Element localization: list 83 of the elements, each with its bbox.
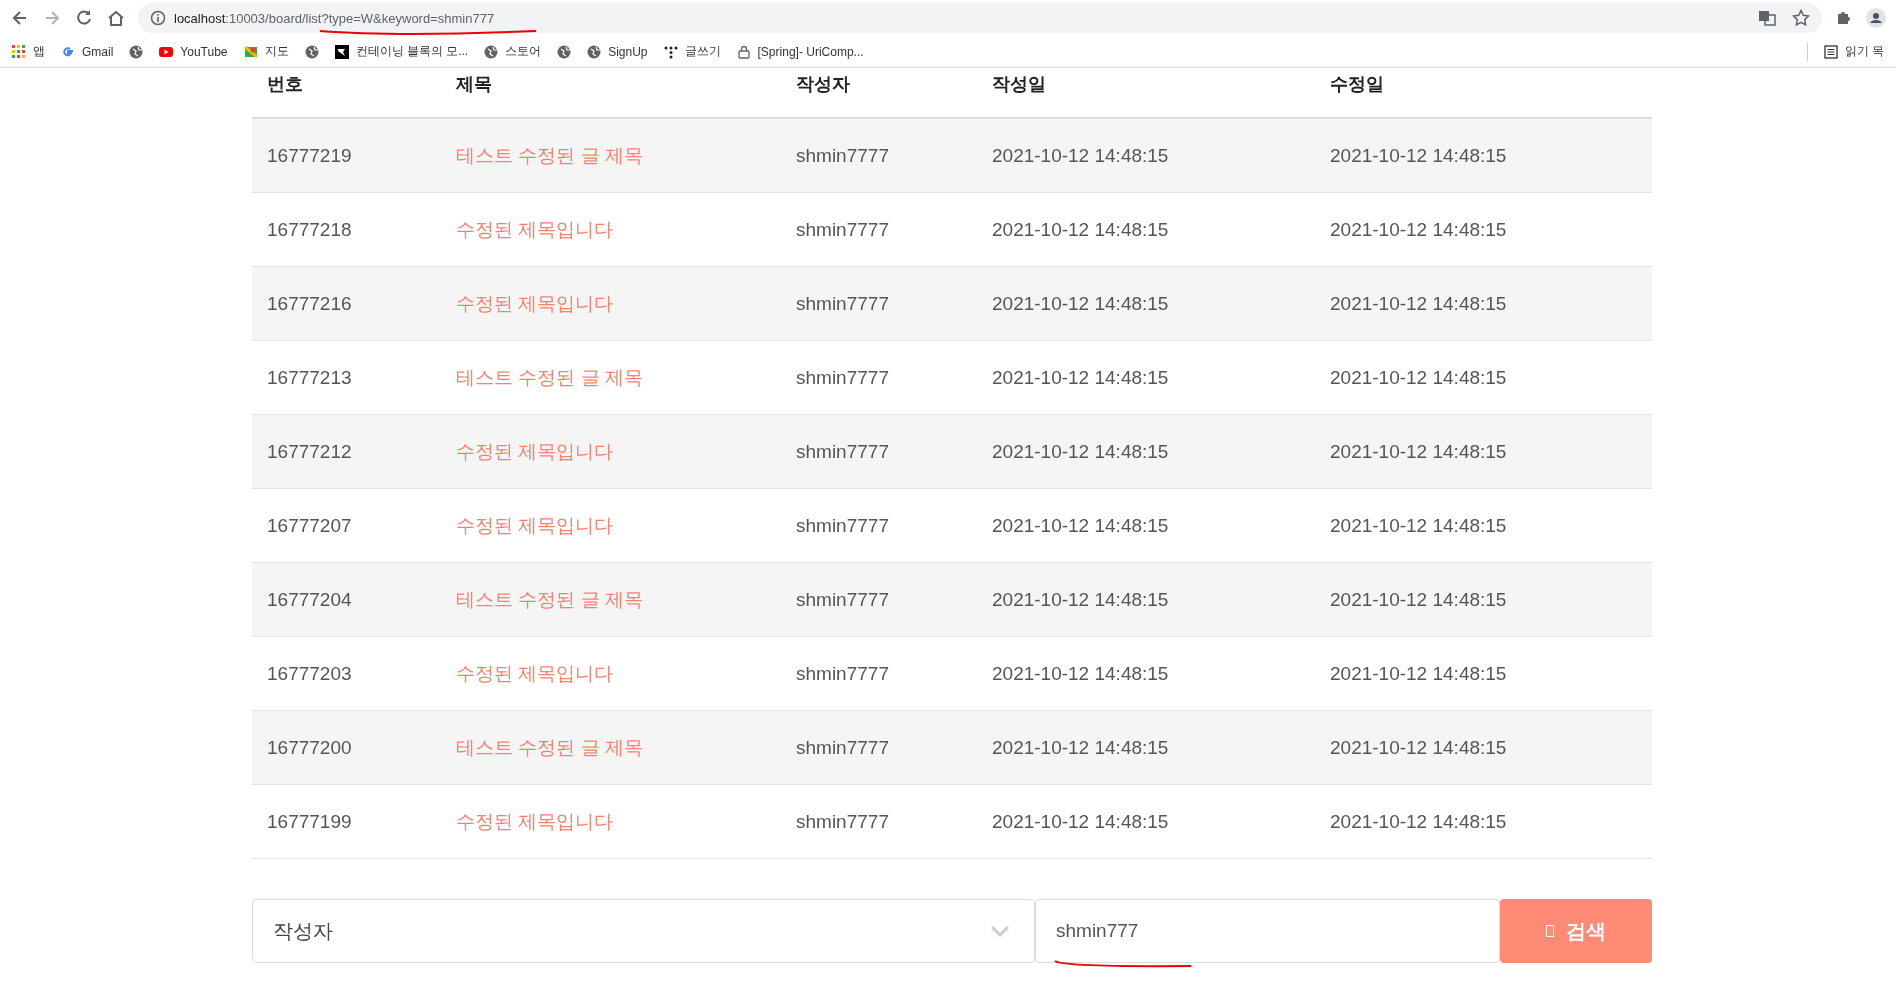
reading-list-button[interactable]: 읽기 목: [1823, 43, 1884, 60]
google-g-icon: [61, 44, 75, 59]
column-header: 제목: [456, 73, 493, 96]
site-logo-icon: [334, 44, 349, 59]
table-cell-text: shmin7777: [796, 810, 890, 833]
list-icon: [1823, 44, 1838, 59]
url-text: localhost:10003/board/list?type=W&keyword=shmin777: [174, 10, 495, 26]
table-cell-text: 16777219: [266, 144, 353, 167]
table-cell-text: 2021-10-12 14:48:15: [992, 662, 1170, 685]
table-cell-text: shmin7777: [796, 588, 890, 611]
table-cell-text: 2021-10-12 14:48:15: [992, 144, 1170, 167]
missing-glyph-icon: [1546, 925, 1554, 937]
table-cell-text: 16777199: [266, 810, 353, 833]
table-cell-text: shmin7777: [796, 144, 890, 167]
table-cell-text: 2021-10-12 14:48:15: [992, 810, 1170, 833]
table-cell-text: 2021-10-12 14:48:15: [1330, 292, 1508, 315]
table-cell-text: 2021-10-12 14:48:15: [992, 292, 1170, 315]
table-cell-text: 2021-10-12 14:48:15: [992, 588, 1170, 611]
table-cell-text: shmin7777: [796, 292, 890, 315]
table-cell-text: 2021-10-12 14:48:15: [1330, 736, 1508, 759]
column-header: 수정일: [1330, 73, 1385, 96]
table-cell-text: 2021-10-12 14:48:15: [992, 514, 1170, 537]
globe-icon: [304, 44, 319, 59]
table-cell-text: 16777203: [266, 662, 353, 685]
map-icon: [243, 44, 258, 59]
dots-icon: [663, 44, 678, 59]
table-cell-text: 2021-10-12 14:48:15: [992, 440, 1170, 463]
bookmark-item[interactable]: [557, 44, 572, 59]
table-cell-text: shmin7777: [796, 514, 890, 537]
column-header: 작성자: [796, 73, 851, 96]
chevron-down-icon: [990, 925, 1010, 937]
globe-icon: [484, 44, 499, 59]
bookmark-item[interactable]: [304, 44, 319, 59]
bookmark-item[interactable]: [129, 44, 144, 59]
table-cell-text: 16777204: [266, 588, 353, 611]
bookmark-item[interactable]: [Spring]- UriComp...: [736, 44, 864, 59]
play-icon: [159, 44, 174, 59]
padlock-icon: [736, 44, 751, 59]
bookmark-item[interactable]: Gmail: [61, 44, 114, 59]
search-type-select[interactable]: 작성자: [252, 899, 1035, 963]
star-icon[interactable]: [1792, 9, 1810, 27]
table-cell-text: 2021-10-12 14:48:15: [1330, 514, 1508, 537]
address-bar[interactable]: localhost:10003/board/list?type=W&keyword=shmin777: [138, 3, 1822, 33]
globe-icon: [129, 44, 144, 59]
column-header: 번호: [266, 73, 304, 96]
table-cell-text: 16777212: [266, 440, 353, 463]
table-cell-text: shmin7777: [796, 440, 890, 463]
table-cell-text: 16777213: [266, 366, 353, 389]
bookmark-item[interactable]: SignUp: [587, 44, 648, 59]
table-cell-text: shmin7777: [796, 366, 890, 389]
table-cell-text: 16777216: [266, 292, 353, 315]
table-cell-text: 2021-10-12 14:48:15: [1330, 144, 1508, 167]
table-cell-text: 2021-10-12 14:48:15: [1330, 588, 1508, 611]
table-cell-text: 2021-10-12 14:48:15: [1330, 440, 1508, 463]
table-cell-text: 2021-10-12 14:48:15: [1330, 218, 1508, 241]
bookmark-item[interactable]: 앱: [12, 43, 45, 60]
table-cell-text: 2021-10-12 14:48:15: [1330, 366, 1508, 389]
globe-icon: [587, 44, 602, 59]
info-icon[interactable]: [150, 10, 166, 26]
profile-avatar-icon[interactable]: [1866, 8, 1886, 28]
keyword-input[interactable]: shmin777: [1035, 899, 1500, 963]
apps-grid-icon: [12, 44, 26, 59]
bookmark-item[interactable]: 지도: [243, 43, 289, 60]
reload-icon[interactable]: [74, 8, 94, 28]
column-header: 작성일: [992, 73, 1047, 96]
table-cell-text: 2021-10-12 14:48:15: [1330, 810, 1508, 833]
table-cell-text: 16777200: [266, 736, 353, 759]
table-cell-text: 16777207: [266, 514, 353, 537]
table-cell-text: 2021-10-12 14:48:15: [992, 366, 1170, 389]
table-cell-text: shmin7777: [796, 736, 890, 759]
bookmark-item[interactable]: YouTube: [159, 44, 228, 59]
table-cell-text: 2021-10-12 14:48:15: [1330, 662, 1508, 685]
bookmark-item[interactable]: 스토어: [484, 43, 542, 60]
home-icon[interactable]: [106, 8, 126, 28]
table-cell-text: 16777218: [266, 218, 353, 241]
globe-icon: [557, 44, 572, 59]
translate-icon[interactable]: [1758, 9, 1776, 27]
bookmark-item[interactable]: 글쓰기: [663, 43, 721, 60]
table-cell-text: shmin7777: [796, 662, 890, 685]
table-cell-text: 2021-10-12 14:48:15: [992, 736, 1170, 759]
bookmark-item[interactable]: 컨테이닝 블록의 모...: [334, 43, 469, 60]
table-cell-text: 2021-10-12 14:48:15: [992, 218, 1170, 241]
table-cell-text: shmin7777: [796, 218, 890, 241]
